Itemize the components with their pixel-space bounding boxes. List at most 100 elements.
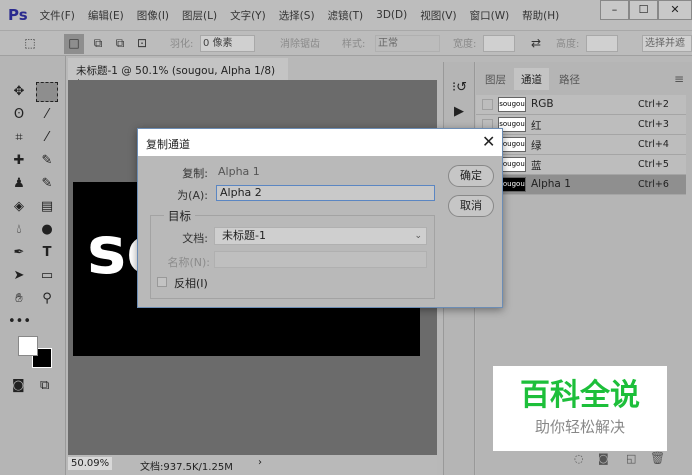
- path-select-icon[interactable]: ➤: [8, 266, 30, 286]
- select-and-mask-button[interactable]: 选择并遮: [642, 35, 692, 52]
- brush-tool-icon[interactable]: ✎: [36, 151, 58, 171]
- menu-view[interactable]: 视图(V): [420, 8, 456, 23]
- channel-thumbnail: sougou: [498, 97, 526, 112]
- tab-channels[interactable]: 通道: [514, 68, 549, 90]
- menu-layer[interactable]: 图层(L): [182, 8, 217, 23]
- quick-mask-icon[interactable]: ◙: [12, 378, 25, 393]
- target-group-label: 目标: [164, 208, 195, 224]
- channel-row-selected[interactable]: sougou Alpha 1 Ctrl+6: [476, 175, 686, 195]
- dodge-tool-icon[interactable]: ●: [36, 220, 58, 240]
- eraser-icon[interactable]: ◈: [8, 197, 30, 217]
- menu-3d[interactable]: 3D(D): [376, 9, 407, 21]
- more-tools-icon[interactable]: •••: [8, 312, 31, 332]
- document-select[interactable]: 未标题-1 ⌄: [214, 227, 427, 245]
- channel-row[interactable]: sougou 红 Ctrl+3: [476, 115, 686, 135]
- new-channel-icon[interactable]: ◱: [626, 452, 636, 465]
- subtract-selection-icon[interactable]: ⧉: [110, 34, 130, 54]
- menu-help[interactable]: 帮助(H): [522, 8, 559, 23]
- document-select-value: 未标题-1: [222, 229, 266, 242]
- menu-edit[interactable]: 编辑(E): [88, 8, 124, 23]
- marquee-preset-icon[interactable]: ⬚: [20, 34, 40, 54]
- dialog-titlebar: 复制通道: [138, 129, 502, 156]
- intersect-selection-icon[interactable]: ⊡: [132, 34, 152, 54]
- height-label: 高度:: [556, 39, 580, 50]
- menu-image[interactable]: 图像(I): [137, 8, 169, 23]
- close-window-button[interactable]: ✕: [658, 0, 692, 20]
- channel-name: 绿: [531, 140, 542, 152]
- quick-select-icon[interactable]: ⁄: [36, 105, 58, 125]
- history-icon[interactable]: ⁝↺: [452, 80, 467, 95]
- screen-mode-icon[interactable]: ⧉: [40, 378, 49, 393]
- feather-label: 羽化:: [170, 39, 194, 50]
- name-label: 名称(N):: [167, 256, 210, 269]
- channel-row[interactable]: sougou 蓝 Ctrl+5: [476, 155, 686, 175]
- stamp-tool-icon[interactable]: ♟: [8, 174, 30, 194]
- menu-filter[interactable]: 滤镜(T): [328, 8, 364, 23]
- status-arrow-icon[interactable]: ›: [258, 457, 262, 468]
- actions-play-icon[interactable]: ▶: [454, 104, 464, 119]
- type-tool-icon[interactable]: T: [36, 243, 58, 263]
- swap-icon[interactable]: ⇄: [526, 34, 546, 54]
- tab-layers[interactable]: 图层: [478, 68, 513, 90]
- channel-row[interactable]: sougou RGB Ctrl+2: [476, 95, 686, 115]
- eyedropper-icon[interactable]: ⁄: [36, 128, 58, 148]
- channel-name: Alpha 1: [531, 178, 571, 190]
- channel-shortcut: Ctrl+4: [638, 139, 669, 150]
- copy-label: 复制:: [182, 167, 208, 180]
- document-label: 文档:: [182, 232, 208, 245]
- new-selection-icon[interactable]: □: [64, 34, 84, 54]
- menu-file[interactable]: 文件(F): [40, 8, 75, 23]
- hand-tool-icon[interactable]: ✋︎: [8, 289, 30, 309]
- watermark-title: 百科全说: [520, 378, 640, 413]
- menu-type[interactable]: 文字(Y): [230, 8, 266, 23]
- height-input[interactable]: [586, 35, 618, 52]
- maximize-button[interactable]: ☐: [629, 0, 658, 20]
- zoom-tool-icon[interactable]: ⚲: [36, 289, 58, 309]
- duplicate-channel-dialog: 复制通道 ✕ 复制: Alpha 1 为(A): Alpha 2 目标 文档: …: [137, 128, 503, 308]
- channel-name-input[interactable]: Alpha 2: [216, 185, 435, 201]
- channel-shortcut: Ctrl+3: [638, 119, 669, 130]
- marquee-tool-icon[interactable]: [36, 82, 58, 102]
- rectangle-tool-icon[interactable]: ▭: [36, 266, 58, 286]
- width-input[interactable]: [483, 35, 515, 52]
- cancel-button[interactable]: 取消: [448, 195, 494, 217]
- name-input-disabled[interactable]: [214, 251, 427, 268]
- chevron-down-icon: ⌄: [414, 231, 422, 241]
- gradient-icon[interactable]: ▤: [36, 197, 58, 217]
- menu-window[interactable]: 窗口(W): [470, 8, 510, 23]
- invert-label: 反相(I): [174, 277, 208, 290]
- add-selection-icon[interactable]: ⧉: [88, 34, 108, 54]
- minimize-button[interactable]: –: [600, 0, 629, 20]
- lasso-tool-icon[interactable]: ʘ: [8, 105, 30, 125]
- blur-tool-icon[interactable]: 💧︎: [8, 220, 30, 240]
- channel-shortcut: Ctrl+5: [638, 159, 669, 170]
- tab-paths[interactable]: 路径: [552, 68, 587, 90]
- style-select[interactable]: 正常: [375, 35, 440, 52]
- antialias-checkbox[interactable]: 消除锯齿: [280, 35, 320, 50]
- foreground-color-swatch[interactable]: [18, 336, 38, 356]
- feather-input[interactable]: 0 像素: [200, 35, 255, 52]
- healing-brush-icon[interactable]: ✚: [8, 151, 30, 171]
- panel-menu-icon[interactable]: ≡: [674, 72, 684, 86]
- options-bar: ⬚ □ ⧉ ⧉ ⊡ 羽化: 0 像素 消除锯齿 样式: 正常 宽度: ⇄ 高度:…: [0, 30, 692, 56]
- ok-button[interactable]: 确定: [448, 165, 494, 187]
- channel-row[interactable]: sougou 绿 Ctrl+4: [476, 135, 686, 155]
- crop-tool-icon[interactable]: ⌗: [8, 128, 30, 148]
- menu-select[interactable]: 选择(S): [279, 8, 315, 23]
- history-brush-icon[interactable]: ✎: [36, 174, 58, 194]
- pen-tool-icon[interactable]: ✒: [8, 243, 30, 263]
- visibility-toggle[interactable]: [482, 99, 493, 110]
- document-tab[interactable]: 未标题-1 @ 50.1% (sougou, Alpha 1/8) * ×: [68, 58, 288, 90]
- move-tool-icon[interactable]: ✥: [8, 82, 30, 102]
- style-label: 样式:: [342, 39, 366, 50]
- save-selection-icon[interactable]: ◙: [598, 452, 609, 465]
- watermark-subtitle: 助你轻松解决: [534, 418, 625, 436]
- channel-name: 蓝: [531, 160, 542, 172]
- zoom-level[interactable]: 50.09%: [68, 457, 113, 470]
- invert-checkbox[interactable]: [157, 277, 167, 287]
- dialog-close-icon[interactable]: ✕: [482, 132, 495, 151]
- trash-icon[interactable]: 🗑︎: [650, 451, 665, 465]
- load-selection-icon[interactable]: ◌: [574, 452, 584, 465]
- watermark: 百科全说 助你轻松解决: [493, 366, 667, 451]
- menu-bar: Ps 文件(F) 编辑(E) 图像(I) 图层(L) 文字(Y) 选择(S) 滤…: [0, 0, 692, 30]
